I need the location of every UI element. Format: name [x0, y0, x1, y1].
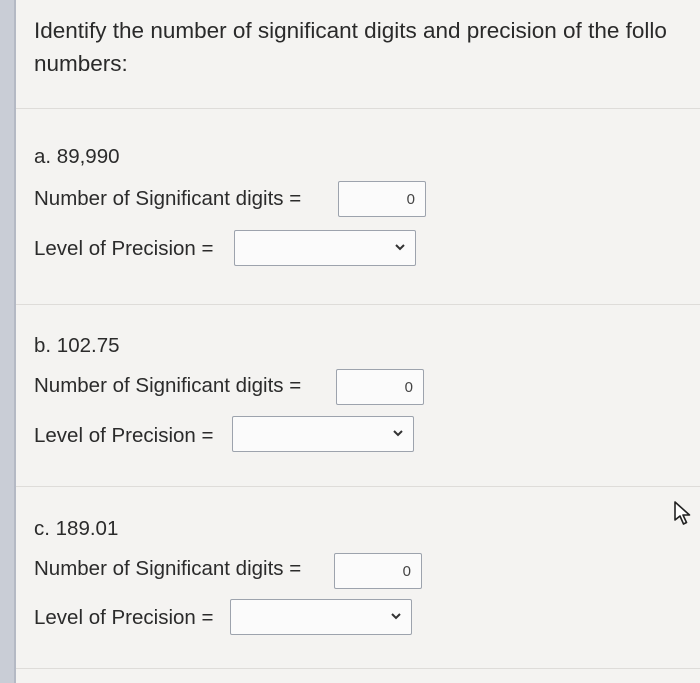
- chevron-down-icon: [393, 430, 403, 437]
- divider: [16, 486, 700, 487]
- item-b-sig-digits-value: 0: [404, 378, 413, 396]
- item-b-precision-select[interactable]: [232, 416, 414, 452]
- item-c-label: c. 189.01: [34, 517, 119, 540]
- left-sidebar-strip: [0, 0, 16, 683]
- item-a-sig-digits-input[interactable]: 0: [338, 181, 426, 217]
- item-a-label: a. 89,990: [34, 145, 120, 168]
- divider: [16, 304, 700, 305]
- item-b-sig-digits-input[interactable]: 0: [336, 369, 424, 405]
- item-a-precision-select[interactable]: [234, 230, 416, 266]
- divider: [16, 108, 700, 109]
- item-c-sig-digits-label: Number of Significant digits =: [34, 557, 302, 580]
- question-line-1: Identify the number of significant digit…: [34, 18, 667, 43]
- divider: [16, 668, 700, 669]
- question-panel: Identify the number of significant digit…: [16, 0, 700, 683]
- chevron-down-icon: [395, 244, 405, 251]
- item-c-precision-label: Level of Precision =: [34, 606, 214, 629]
- question-line-2: numbers:: [34, 51, 128, 76]
- item-a-precision-label: Level of Precision =: [34, 237, 214, 260]
- item-b-precision-label: Level of Precision =: [34, 424, 214, 447]
- item-b-sig-digits-label: Number of Significant digits =: [34, 374, 302, 397]
- item-c-sig-digits-input[interactable]: 0: [334, 553, 422, 589]
- item-a-sig-digits-value: 0: [406, 190, 415, 208]
- question-text: Identify the number of significant digit…: [34, 14, 700, 80]
- item-b-label: b. 102.75: [34, 334, 120, 357]
- item-a-sig-digits-label: Number of Significant digits =: [34, 187, 302, 210]
- chevron-down-icon: [391, 613, 401, 620]
- item-c-sig-digits-value: 0: [402, 562, 411, 580]
- mouse-pointer-icon: [674, 501, 691, 525]
- item-c-precision-select[interactable]: [230, 599, 412, 635]
